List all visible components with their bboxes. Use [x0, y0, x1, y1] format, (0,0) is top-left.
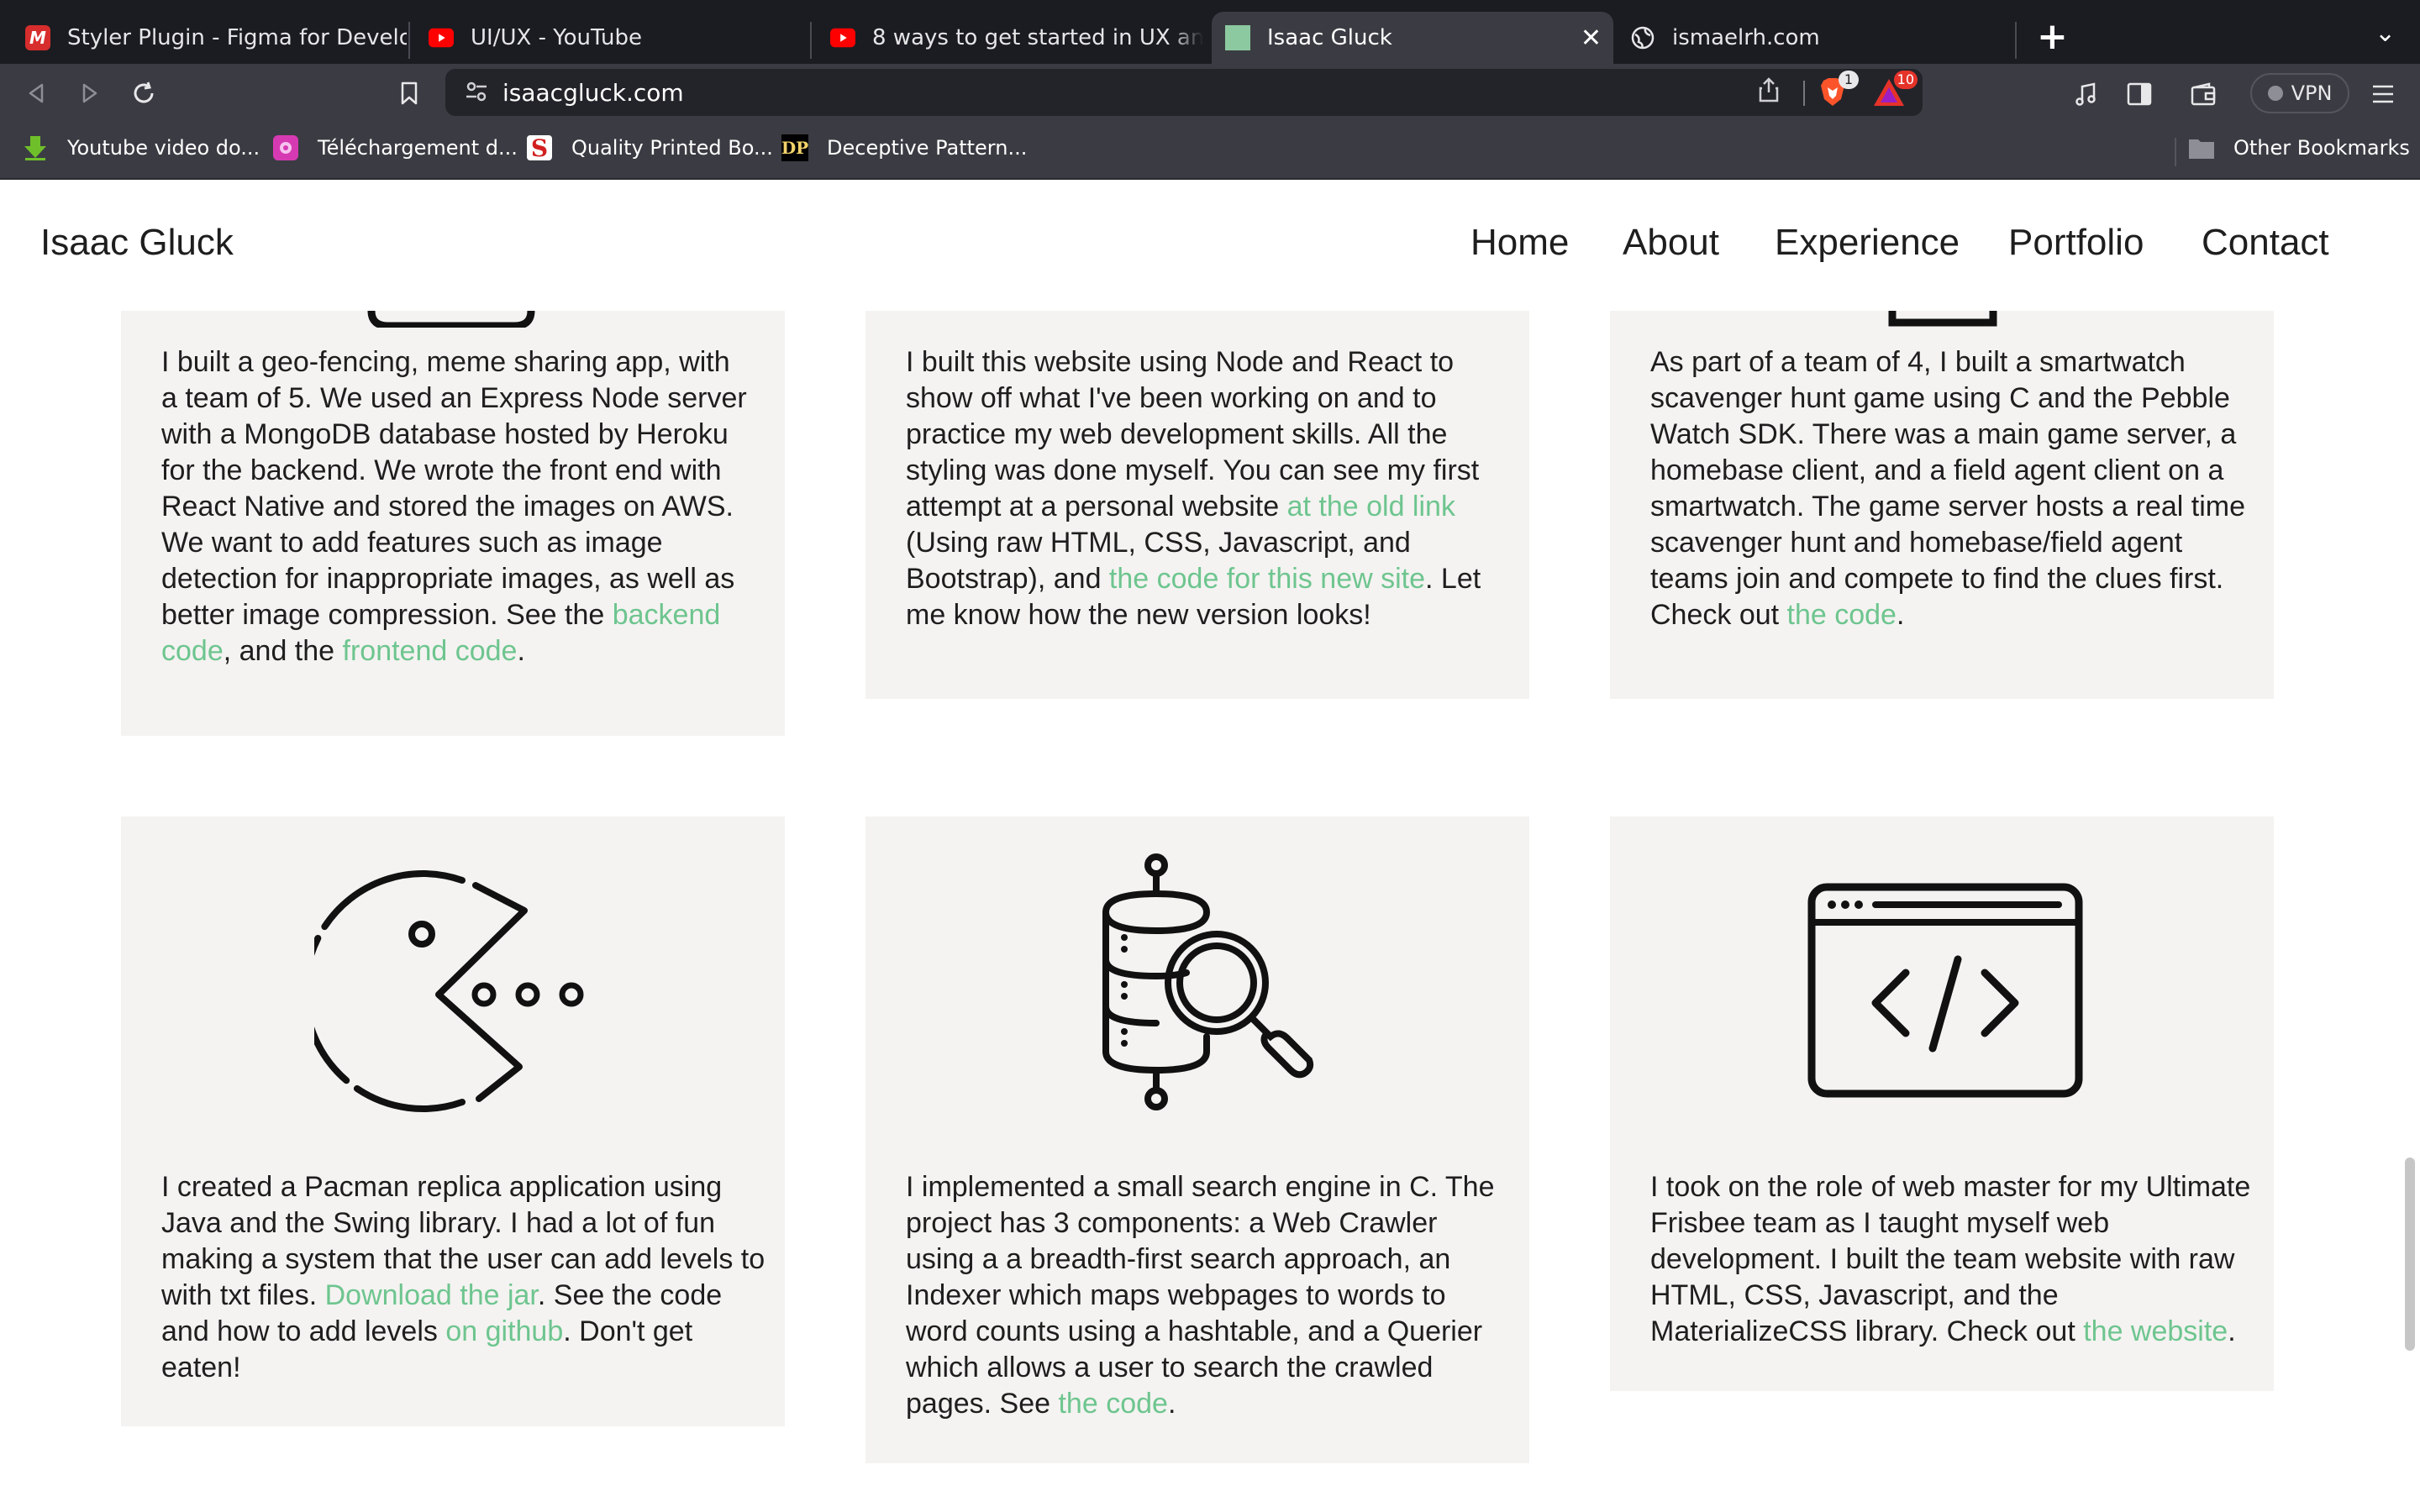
s-logo-icon: S: [526, 134, 553, 161]
svg-text:S: S: [531, 134, 548, 161]
svg-text:M: M: [29, 28, 46, 48]
address-bar[interactable]: isaacgluck.com 1 10: [445, 69, 1923, 116]
nav-about[interactable]: About: [1623, 222, 1719, 264]
bookmark-label: Deceptive Pattern...: [827, 136, 1028, 160]
project-card-smartwatch-hunt: As part of a team of 4, I built a smartw…: [1610, 264, 2274, 699]
close-tab-icon[interactable]: ✕: [1581, 24, 1602, 53]
shields-count-badge: 1: [1839, 71, 1859, 89]
project-card-pacman: I created a Pacman replica application u…: [121, 816, 785, 1426]
reload-icon: [134, 81, 154, 103]
bookmark-icon: [401, 81, 418, 105]
tab-title: ismaelrh.com: [1672, 25, 1820, 50]
site-brand[interactable]: Isaac Gluck: [40, 222, 234, 264]
site-favicon: [1225, 25, 1250, 50]
tab-list-chevron-icon[interactable]: ⌄: [2375, 18, 2396, 48]
youtube-icon: [429, 25, 454, 50]
project-card-frisbee-site: I took on the role of web master for my …: [1610, 816, 2274, 1391]
project-description: I implemented a small search engine in C…: [906, 1171, 1495, 1420]
nav-portfolio[interactable]: Portfolio: [2008, 222, 2144, 264]
site-header: Isaac Gluck Home About Experience Portfo…: [0, 180, 2420, 311]
bookmark-youtube-download[interactable]: Youtube video do...: [22, 134, 260, 161]
app-icon: [272, 134, 299, 161]
other-bookmarks-label: Other Bookmarks: [2233, 136, 2410, 160]
wallet-icon[interactable]: [2186, 77, 2220, 111]
tab-styler[interactable]: M Styler Plugin - Figma for Developers: [12, 12, 407, 64]
bookmark-label: Téléchargement d...: [318, 136, 518, 160]
back-button[interactable]: [17, 74, 55, 113]
tab-separator: [2015, 22, 2017, 59]
bookmark-telechargement[interactable]: Téléchargement d...: [272, 134, 518, 161]
frisbee-website-link[interactable]: the website: [2083, 1315, 2228, 1347]
search-engine-code-link[interactable]: the code: [1058, 1388, 1167, 1420]
project-description: I built this website using Node and Reac…: [906, 346, 1481, 631]
new-site-code-link[interactable]: the code for this new site: [1109, 563, 1425, 595]
bookmark-button[interactable]: [390, 74, 429, 113]
project-card-personal-site: I built this website using Node and Reac…: [865, 264, 1529, 699]
folder-icon: [2188, 134, 2215, 161]
tab-isaac-gluck[interactable]: Isaac Gluck ✕: [1212, 12, 1613, 64]
old-site-link[interactable]: at the old link: [1287, 491, 1455, 522]
pacman-github-link[interactable]: on github: [445, 1315, 563, 1347]
url-divider: [1803, 81, 1805, 106]
tab-ux-ways[interactable]: 8 ways to get started in UX and Pro: [817, 12, 1203, 64]
bookmark-label: Youtube video do...: [67, 136, 260, 160]
forward-button[interactable]: [71, 74, 109, 113]
site-settings-icon[interactable]: [464, 79, 491, 106]
tab-title: 8 ways to get started in UX and Pro: [872, 25, 1203, 50]
bookmarks-separator: [2175, 138, 2176, 166]
back-icon: [29, 83, 44, 103]
nav-home[interactable]: Home: [1470, 222, 1569, 264]
other-bookmarks[interactable]: Other Bookmarks: [2188, 134, 2410, 161]
vpn-button[interactable]: VPN: [2250, 73, 2349, 113]
tab-separator: [810, 22, 812, 59]
bookmark-deceptive-patterns[interactable]: DP Deceptive Pattern...: [781, 134, 1027, 161]
tab-title: Styler Plugin - Figma for Developers: [67, 25, 407, 50]
vpn-status-dot: [2267, 86, 2283, 101]
nav-experience[interactable]: Experience: [1775, 222, 1960, 264]
share-icon[interactable]: [1758, 77, 1780, 108]
pacman-icon: [314, 870, 584, 1112]
tab-title: Isaac Gluck: [1267, 25, 1392, 50]
brave-rewards-button[interactable]: 10: [1872, 71, 1918, 108]
media-icon[interactable]: [2069, 77, 2102, 111]
tab-uiux-youtube[interactable]: UI/UX - YouTube: [415, 12, 802, 64]
url-text[interactable]: isaacgluck.com: [502, 79, 684, 107]
dp-logo-icon: DP: [781, 134, 808, 161]
tab-title: UI/UX - YouTube: [471, 25, 642, 50]
bookmarks-bar: Youtube video do... Téléchargement d... …: [0, 123, 2420, 180]
sidebar-toggle-icon[interactable]: [2123, 77, 2156, 111]
nav-contact[interactable]: Contact: [2202, 222, 2329, 264]
project-description: I built a geo-fencing, meme sharing app,…: [161, 346, 747, 667]
code-window-icon: [1807, 883, 2083, 1098]
rewards-count-badge: 10: [1893, 71, 1918, 89]
globe-icon: [1630, 25, 1655, 50]
page-scrollbar-thumb[interactable]: [2405, 1158, 2415, 1351]
project-description: As part of a team of 4, I built a smartw…: [1650, 346, 2245, 631]
tab-strip: M Styler Plugin - Figma for Developers U…: [0, 0, 2420, 64]
menu-hamburger-icon[interactable]: [2366, 77, 2400, 111]
tab-ismaelrh[interactable]: ismaelrh.com: [1617, 12, 2012, 64]
project-card-search-engine: I implemented a small search engine in C…: [865, 816, 1529, 1463]
page-viewport: I built a geo-fencing, meme sharing app,…: [0, 180, 2420, 1512]
toolbar: isaacgluck.com 1 10 VPN: [0, 64, 2420, 123]
bookmark-quality-printed[interactable]: S Quality Printed Bo...: [526, 134, 773, 161]
download-jar-link[interactable]: Download the jar: [325, 1279, 538, 1311]
bookmark-label: Quality Printed Bo...: [571, 136, 773, 160]
project-description: I created a Pacman replica application u…: [161, 1171, 765, 1383]
smartwatch-code-link[interactable]: the code: [1787, 599, 1897, 631]
youtube-icon: [830, 25, 855, 50]
tab-separator: [408, 22, 410, 59]
reload-button[interactable]: [124, 74, 163, 113]
frontend-code-link[interactable]: frontend code: [343, 635, 518, 667]
forward-icon: [82, 83, 97, 103]
vpn-label: VPN: [2291, 81, 2333, 105]
styler-icon: M: [25, 25, 50, 50]
download-icon: [22, 134, 49, 161]
tab-title-fade: [1170, 12, 1203, 64]
project-description: I took on the role of web master for my …: [1650, 1171, 2251, 1347]
project-card-geo-meme: I built a geo-fencing, meme sharing app,…: [121, 264, 785, 736]
database-search-icon: [1102, 853, 1314, 1110]
new-tab-button[interactable]: +: [2037, 15, 2068, 58]
brave-shields-button[interactable]: 1: [1818, 71, 1859, 108]
